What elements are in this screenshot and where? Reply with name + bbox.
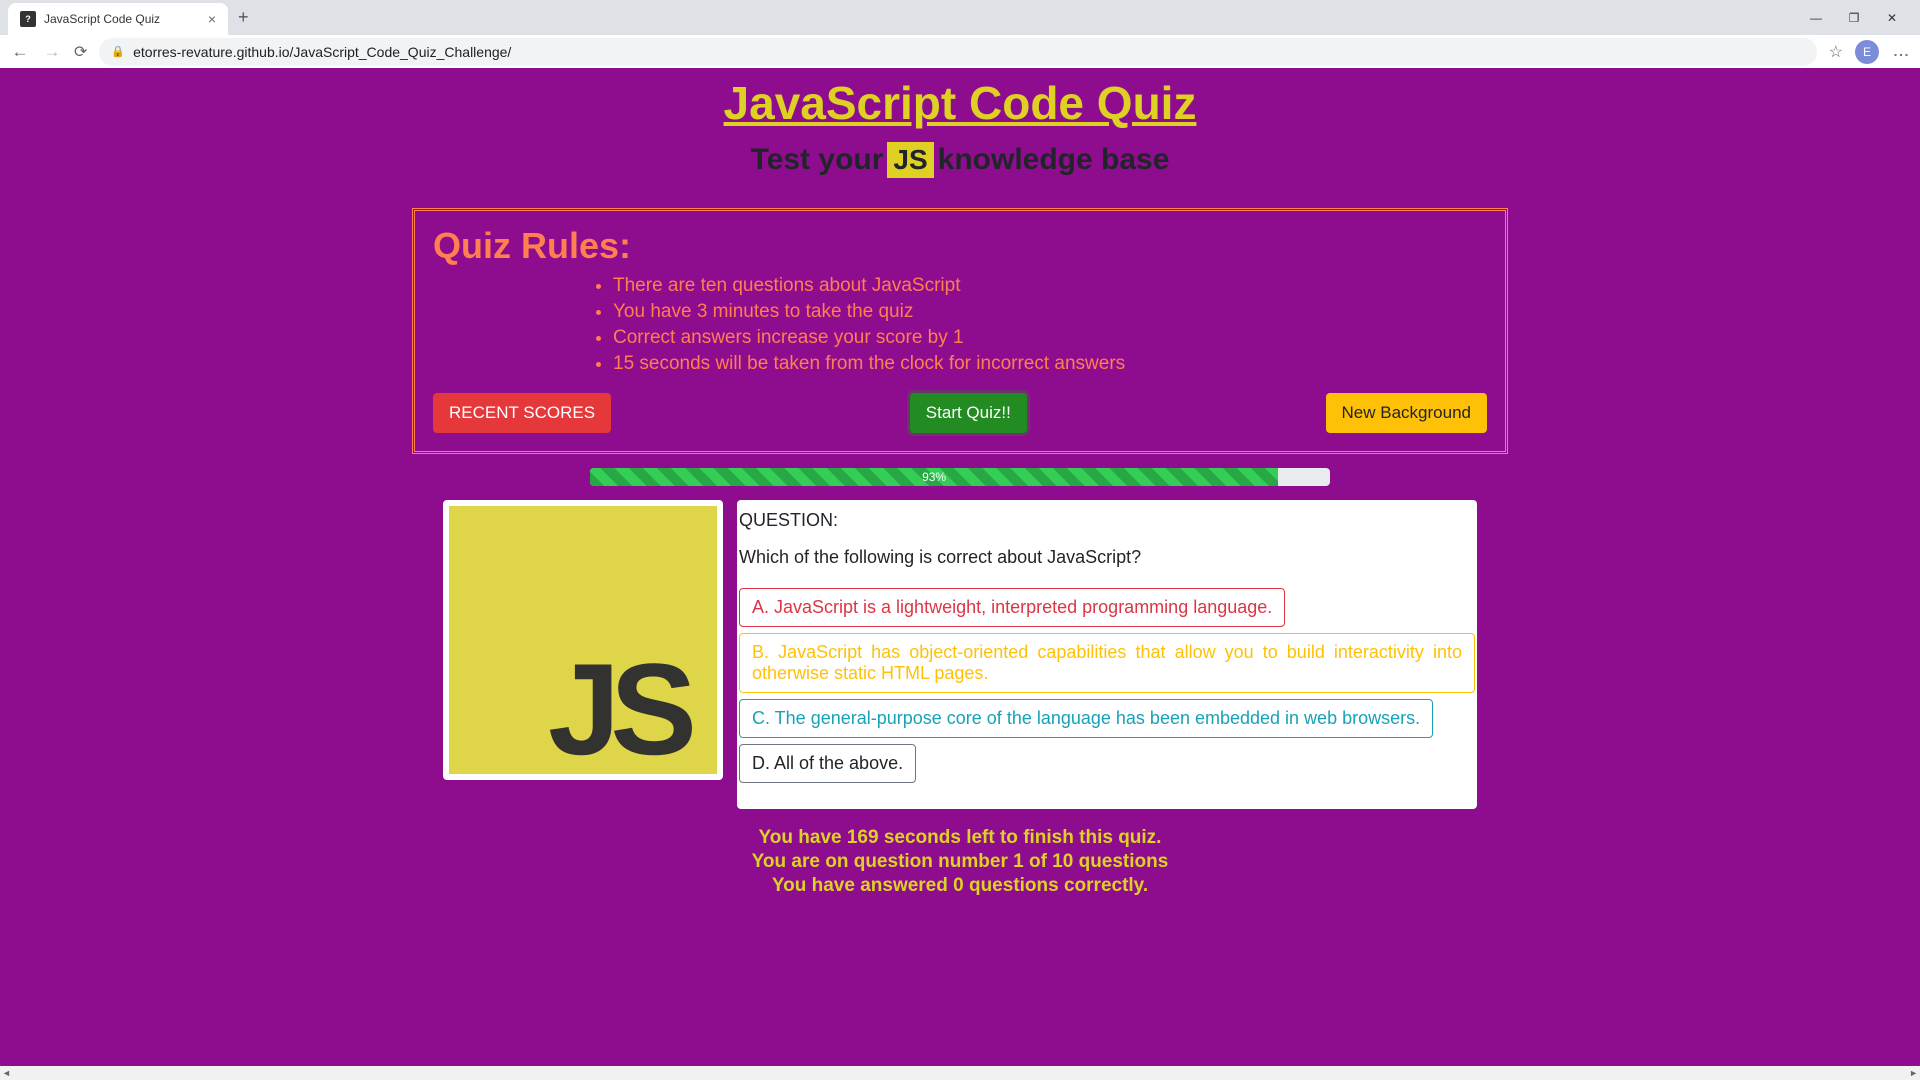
rules-heading: Quiz Rules: <box>433 225 1487 267</box>
rule-item: You have 3 minutes to take the quiz <box>613 301 1487 323</box>
browser-tab[interactable]: ? JavaScript Code Quiz × <box>8 3 228 35</box>
js-logo-text: JS <box>548 644 687 774</box>
url-bar[interactable]: 🔒 etorres-revature.github.io/JavaScript_… <box>99 38 1816 66</box>
page-viewport: JavaScript Code Quiz Test your JS knowle… <box>0 68 1920 1066</box>
tab-favicon-icon: ? <box>20 11 36 27</box>
scroll-left-icon[interactable]: ◄ <box>2 1068 11 1078</box>
start-quiz-button[interactable]: Start Quiz!! <box>910 393 1027 433</box>
maximize-icon[interactable]: ❐ <box>1844 11 1864 25</box>
answer-option-b[interactable]: B. JavaScript has object-oriented capabi… <box>739 633 1475 693</box>
tab-title: JavaScript Code Quiz <box>44 12 160 26</box>
scroll-right-icon[interactable]: ► <box>1909 1068 1918 1078</box>
js-logo-icon: JS <box>449 506 717 774</box>
rules-box: Quiz Rules: There are ten questions abou… <box>412 208 1508 454</box>
back-icon[interactable]: ← <box>10 42 30 62</box>
profile-avatar[interactable]: E <box>1855 40 1879 64</box>
answer-option-d[interactable]: D. All of the above. <box>739 744 916 783</box>
close-window-icon[interactable]: ✕ <box>1882 11 1902 25</box>
menu-dots-icon[interactable]: ⋮ <box>1891 47 1910 57</box>
answer-option-a[interactable]: A. JavaScript is a lightweight, interpre… <box>739 588 1285 627</box>
rule-item: 15 seconds will be taken from the clock … <box>613 353 1487 375</box>
progress-container: 93% <box>590 468 1330 486</box>
forward-icon[interactable]: → <box>42 42 62 62</box>
new-tab-button[interactable]: + <box>238 7 249 28</box>
bookmark-star-icon[interactable]: ☆ <box>1829 42 1843 62</box>
browser-chrome: ? JavaScript Code Quiz × + — ❐ ✕ ← → ⟳ 🔒… <box>0 0 1920 68</box>
url-text: etorres-revature.github.io/JavaScript_Co… <box>133 44 511 60</box>
answer-option-c[interactable]: C. The general-purpose core of the langu… <box>739 699 1433 738</box>
quiz-row: JS QUESTION: Which of the following is c… <box>0 500 1920 809</box>
new-background-button[interactable]: New Background <box>1326 393 1487 433</box>
question-card: QUESTION: Which of the following is corr… <box>737 500 1477 809</box>
status-lines: You have 169 seconds left to finish this… <box>0 827 1920 897</box>
progress-bar: 93% <box>590 468 1278 486</box>
subtitle-prefix: Test your <box>751 143 884 177</box>
address-row: ← → ⟳ 🔒 etorres-revature.github.io/JavaS… <box>0 35 1920 68</box>
tab-row: ? JavaScript Code Quiz × + — ❐ ✕ <box>0 0 1920 35</box>
page-subtitle: Test your JS knowledge base <box>0 142 1920 178</box>
page-title: JavaScript Code Quiz <box>0 68 1920 130</box>
js-badge-icon: JS <box>887 142 933 178</box>
question-text: Which of the following is correct about … <box>737 547 1477 568</box>
button-row: RECENT SCORES Start Quiz!! New Backgroun… <box>433 393 1487 433</box>
rules-list: There are ten questions about JavaScript… <box>433 275 1487 375</box>
status-time: You have 169 seconds left to finish this… <box>0 827 1920 849</box>
window-controls: — ❐ ✕ <box>1806 11 1920 25</box>
lock-icon: 🔒 <box>111 45 125 58</box>
status-question-number: You are on question number 1 of 10 quest… <box>0 851 1920 873</box>
rule-item: There are ten questions about JavaScript <box>613 275 1487 297</box>
progress-label: 93% <box>922 470 946 484</box>
horizontal-scrollbar[interactable]: ◄ ► <box>0 1066 1920 1080</box>
answers-container: A. JavaScript is a lightweight, interpre… <box>737 588 1477 789</box>
recent-scores-button[interactable]: RECENT SCORES <box>433 393 611 433</box>
js-logo-card: JS <box>443 500 723 780</box>
status-correct-count: You have answered 0 questions correctly. <box>0 875 1920 897</box>
minimize-icon[interactable]: — <box>1806 11 1826 25</box>
tab-close-icon[interactable]: × <box>208 11 216 27</box>
question-label: QUESTION: <box>737 510 1477 531</box>
rule-item: Correct answers increase your score by 1 <box>613 327 1487 349</box>
subtitle-suffix: knowledge base <box>938 143 1170 177</box>
reload-icon[interactable]: ⟳ <box>74 42 87 62</box>
page-content: JavaScript Code Quiz Test your JS knowle… <box>0 68 1920 919</box>
